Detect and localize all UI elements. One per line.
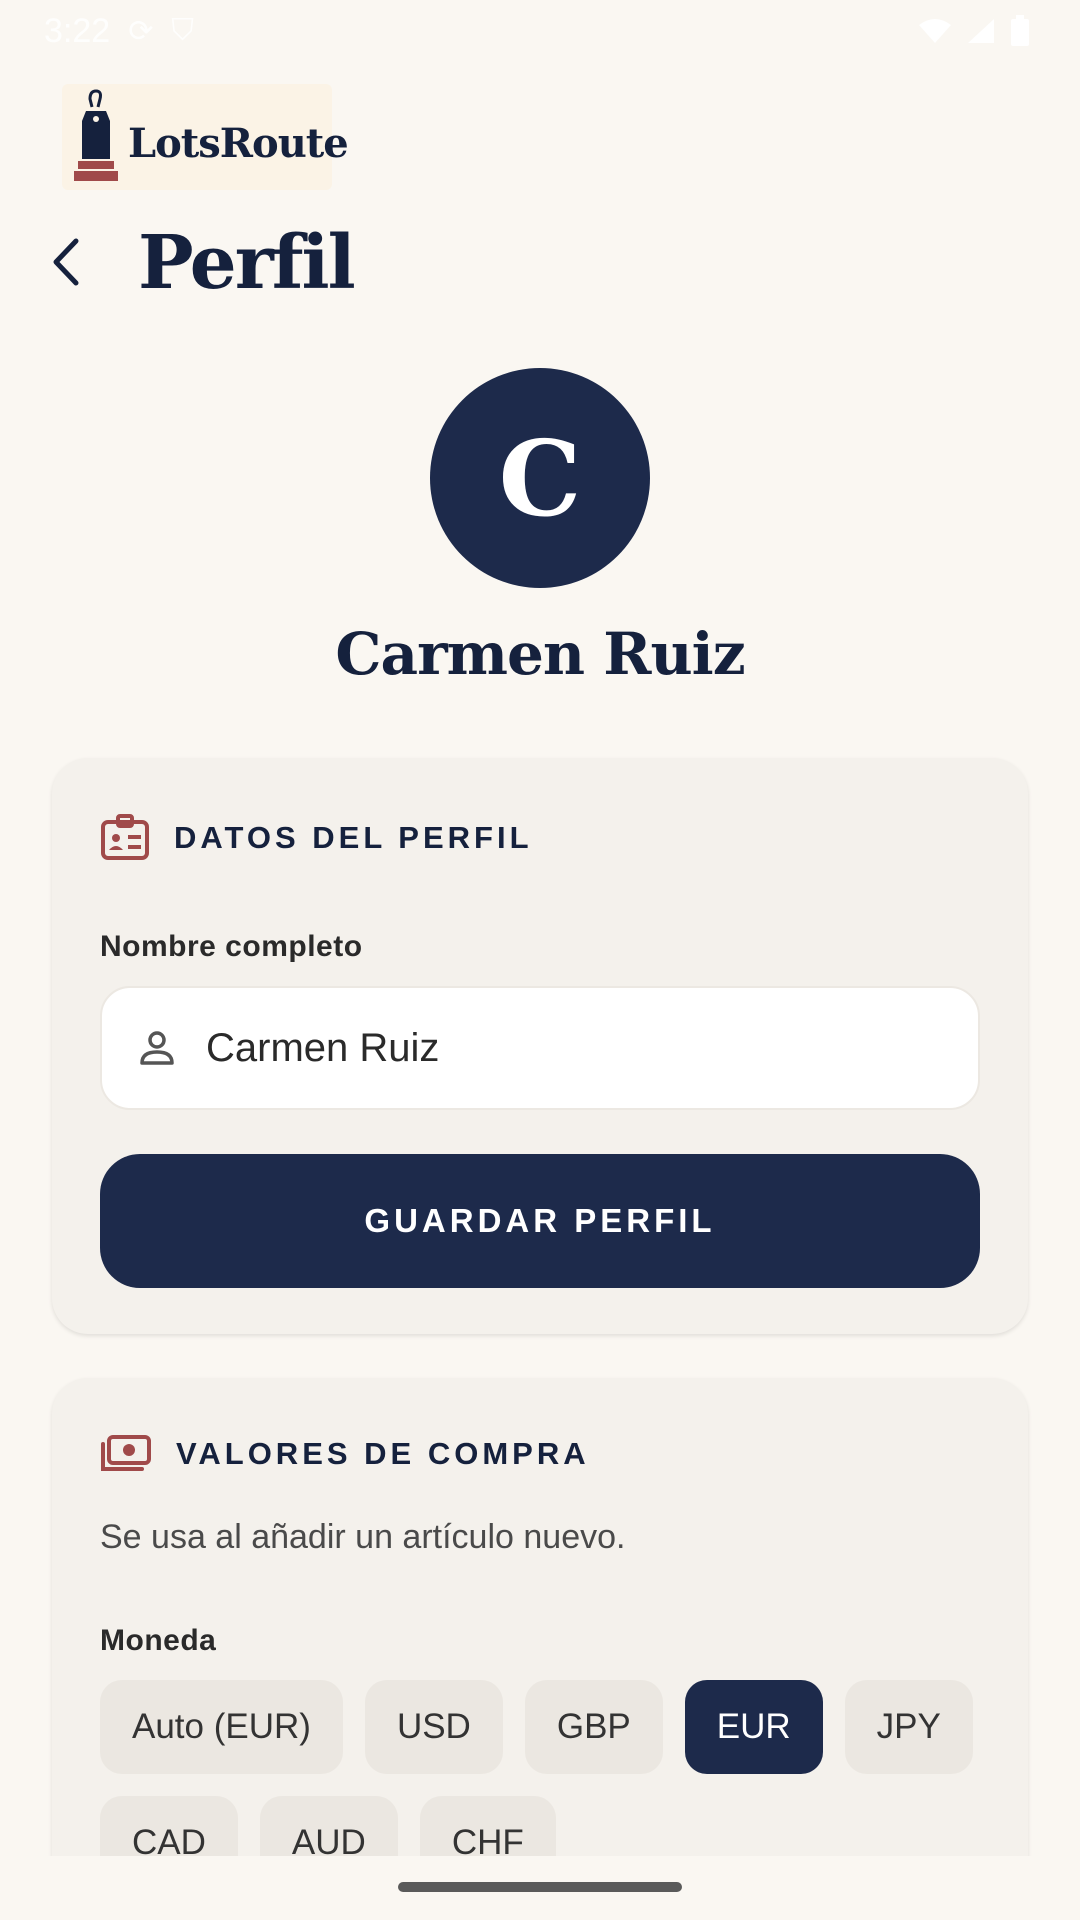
currency-chip-auto[interactable]: Auto (EUR) <box>100 1680 343 1774</box>
purchase-card-title: VALORES DE COMPRA <box>176 1436 590 1471</box>
currency-label: Moneda <box>100 1624 217 1657</box>
page-title: Perfil <box>138 220 356 306</box>
save-profile-button[interactable]: GUARDAR PERFIL <box>100 1154 980 1288</box>
sync-icon: ⟳ <box>128 14 154 48</box>
wifi-icon <box>919 19 951 43</box>
purchase-card-header: VALORES DE COMPRA <box>100 1434 590 1474</box>
full-name-label: Nombre completo <box>100 930 363 963</box>
tag-icon <box>68 87 124 187</box>
profile-name: Carmen Ruiz <box>335 620 745 688</box>
profile-card-title: DATOS DEL PERFIL <box>174 820 533 855</box>
id-card-icon <box>101 814 149 860</box>
battery-icon <box>1011 15 1029 46</box>
home-indicator[interactable] <box>398 1882 682 1892</box>
profile-data-card: DATOS DEL PERFIL Nombre completo Carmen … <box>52 758 1028 1334</box>
currency-chip-gbp[interactable]: GBP <box>524 1680 663 1774</box>
status-right <box>918 15 1030 47</box>
status-left: 3:22 ⟳ ⛉ <box>44 12 194 51</box>
shield-icon: ⛉ <box>171 14 194 47</box>
money-icon <box>101 1435 151 1471</box>
header: Perfil <box>0 212 1080 312</box>
profile-card-header: DATOS DEL PERFIL <box>100 814 533 862</box>
person-icon <box>140 1031 174 1065</box>
logo-text: LotsRoute <box>128 119 349 167</box>
currency-chip-jpy[interactable]: JPY <box>844 1680 973 1774</box>
currency-chip-eur[interactable]: EUR <box>684 1680 823 1774</box>
back-button[interactable] <box>34 230 98 294</box>
avatar-initial: C <box>498 416 582 540</box>
full-name-value: Carmen Ruiz <box>206 1025 440 1070</box>
purchase-helper-text: Se usa al añadir un artículo nuevo. <box>100 1518 626 1556</box>
signal-icon <box>968 19 994 43</box>
full-name-field[interactable]: Carmen Ruiz <box>100 986 980 1110</box>
purchase-values-card: VALORES DE COMPRA Se usa al añadir un ar… <box>52 1378 1028 1920</box>
avatar: C <box>430 368 650 588</box>
currency-chip-usd[interactable]: USD <box>364 1680 503 1774</box>
arrow-back-icon <box>53 238 79 286</box>
status-bar: 3:22 ⟳ ⛉ <box>0 0 1080 62</box>
status-time: 3:22 <box>44 11 111 50</box>
app-logo: LotsRoute <box>62 84 349 190</box>
